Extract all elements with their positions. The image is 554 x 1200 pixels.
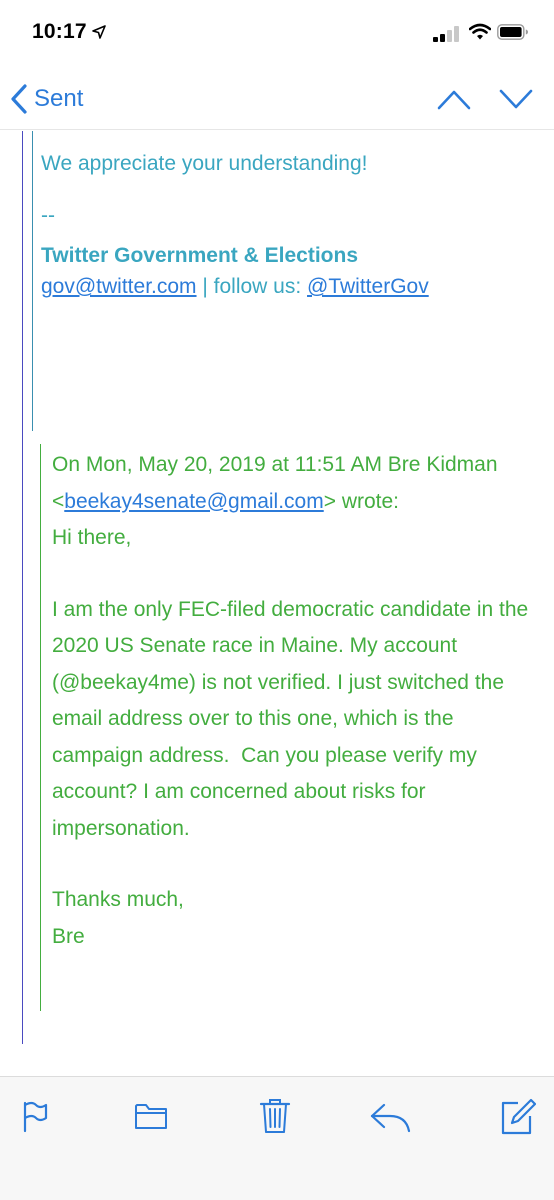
signature-contact: gov@twitter.com | follow us: @TwitterGov: [41, 271, 429, 302]
quote-bar-middle: [32, 131, 33, 431]
signature-separator: --: [41, 204, 55, 227]
chevron-down-icon[interactable]: [498, 86, 534, 112]
nav-bar: Sent: [0, 66, 554, 130]
trash-icon[interactable]: [259, 1097, 291, 1135]
quoted-body: I am the only FEC-filed democratic candi…: [52, 597, 535, 840]
appreciation-text: We appreciate your understanding!: [41, 152, 368, 175]
quoted-greeting: Hi there,: [52, 526, 132, 549]
mail-message-screen: 10:17 Sent We appreciate your understand…: [0, 0, 554, 1200]
quoted-message: On Mon, May 20, 2019 at 11:51 AM Bre Kid…: [52, 447, 532, 955]
chevron-up-icon[interactable]: [436, 86, 472, 112]
flag-icon[interactable]: [22, 1101, 48, 1133]
folder-icon[interactable]: [134, 1101, 168, 1131]
cellular-signal-icon: [433, 26, 459, 42]
battery-icon: [497, 24, 528, 40]
signature-email-link[interactable]: gov@twitter.com: [41, 275, 197, 298]
status-bar: 10:17: [0, 0, 554, 66]
compose-icon[interactable]: [500, 1097, 536, 1135]
quote-bar-inner: [40, 444, 41, 1011]
reply-icon[interactable]: [370, 1101, 412, 1133]
bottom-toolbar: [0, 1076, 554, 1200]
quoted-name: Bre: [52, 924, 85, 948]
wifi-icon: [469, 23, 491, 40]
signature-title: Twitter Government & Elections: [41, 244, 358, 267]
quote-bar-outer: [22, 131, 23, 1044]
chevron-left-icon: [11, 84, 27, 114]
signature-follow-text: | follow us:: [196, 275, 308, 298]
quoted-header-suffix: > wrote:: [323, 489, 400, 513]
location-arrow-icon: [92, 25, 106, 39]
quoted-email-link[interactable]: beekay4senate@gmail.com: [64, 490, 323, 513]
message-body: We appreciate your understanding! -- Twi…: [0, 131, 554, 1076]
back-button[interactable]: Sent: [10, 82, 83, 116]
quoted-header: On Mon, May 20, 2019 at 11:51 AM Bre Kid…: [52, 447, 532, 520]
status-time: 10:17: [32, 20, 87, 43]
back-label: Sent: [34, 85, 84, 112]
quoted-closing: Thanks much,: [52, 888, 184, 911]
signature-handle-link[interactable]: @TwitterGov: [307, 275, 429, 298]
